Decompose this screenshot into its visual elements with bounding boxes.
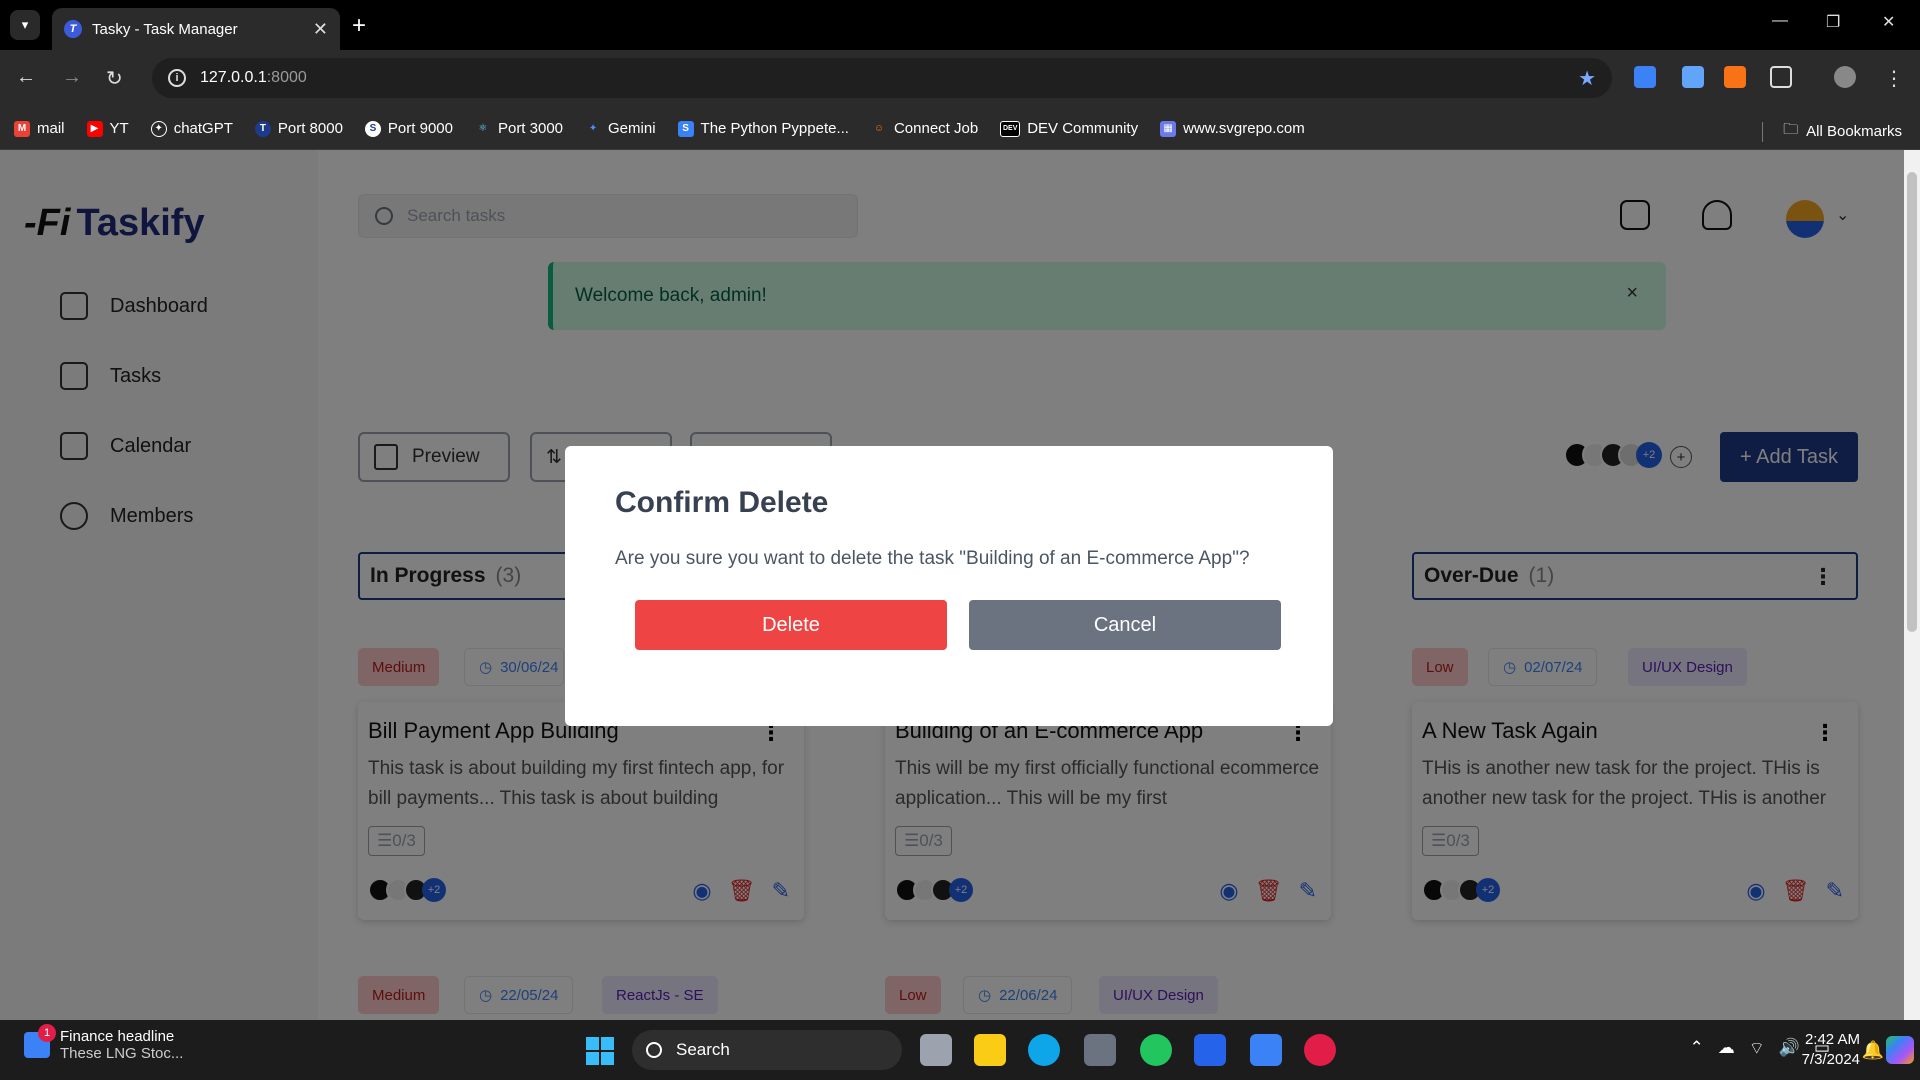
url-port: :8000 bbox=[266, 69, 307, 86]
bookmark-connect-job[interactable]: ☺ Connect Job bbox=[871, 120, 978, 137]
search-icon bbox=[646, 1042, 662, 1058]
clock[interactable]: 2:42 AM 7/3/2024 bbox=[1802, 1030, 1860, 1070]
vscode-icon[interactable] bbox=[1194, 1034, 1226, 1066]
clock-time: 2:42 AM bbox=[1804, 1031, 1860, 1048]
bookmark-label: Connect Job bbox=[893, 120, 979, 137]
dev-icon: DEV bbox=[1000, 120, 1021, 137]
bookmark-star-icon[interactable]: ★ bbox=[1578, 66, 1596, 91]
store-icon[interactable] bbox=[1084, 1034, 1116, 1066]
svgrepo-icon: ▦ bbox=[1160, 120, 1177, 137]
bookmark-label: The Python Pyppete... bbox=[700, 120, 849, 137]
taskbar-search[interactable]: Search bbox=[632, 1030, 902, 1070]
metamask-icon[interactable] bbox=[1724, 66, 1746, 88]
forward-icon[interactable]: → bbox=[62, 66, 82, 89]
bookmarks-divider bbox=[1762, 121, 1764, 142]
react-icon: ⚛ bbox=[478, 123, 488, 134]
notepad-icon[interactable] bbox=[1250, 1034, 1282, 1066]
bookmark-label: YT bbox=[109, 120, 129, 137]
extensions-puzzle-icon[interactable] bbox=[1770, 66, 1792, 88]
folder-icon: 🗀 bbox=[1783, 121, 1799, 138]
page-scrollbar[interactable] bbox=[1904, 150, 1920, 1020]
news-title: Finance headline bbox=[60, 1028, 175, 1045]
onedrive-icon[interactable]: ☁ bbox=[1718, 1038, 1735, 1059]
browser-tab[interactable]: T Tasky - Task Manager ✕ bbox=[52, 8, 340, 50]
extension-doc-icon[interactable] bbox=[1634, 66, 1656, 88]
youtube-icon: ▶ bbox=[86, 120, 103, 137]
tab-title: Tasky - Task Manager bbox=[92, 20, 238, 38]
bookmark-label: mail bbox=[37, 120, 65, 137]
volume-icon[interactable]: 🔊 bbox=[1779, 1038, 1800, 1059]
bookmark-label: chatGPT bbox=[173, 120, 233, 137]
file-explorer-icon[interactable] bbox=[974, 1034, 1006, 1066]
extension-translate-icon[interactable] bbox=[1682, 66, 1704, 88]
slack-icon[interactable] bbox=[1304, 1034, 1336, 1066]
reload-icon[interactable]: ↻ bbox=[106, 66, 123, 91]
bookmark-python-pyppeteer[interactable]: S The Python Pyppete... bbox=[677, 120, 849, 137]
dialog-buttons: Delete Cancel bbox=[615, 600, 1283, 650]
people-icon: ☺ bbox=[873, 123, 885, 134]
address-bar[interactable]: i 127.0.0.1:8000 ★ bbox=[152, 58, 1612, 98]
browser-toolbar: ← → ↻ i 127.0.0.1:8000 ★ ⋮ bbox=[0, 50, 1920, 108]
all-bookmarks[interactable]: 🗀 All Bookmarks bbox=[1762, 119, 1902, 144]
bookmark-gemini[interactable]: ✦ Gemini bbox=[585, 120, 656, 137]
tab-close-icon[interactable]: ✕ bbox=[313, 19, 328, 40]
chatgpt-icon: ✦ bbox=[150, 120, 167, 137]
news-subtitle: These LNG Stoc... bbox=[60, 1045, 184, 1062]
browser-menu-icon[interactable]: ⋮ bbox=[1884, 66, 1904, 91]
cancel-button[interactable]: Cancel bbox=[969, 600, 1281, 650]
chevron-up-icon[interactable]: ⌃ bbox=[1690, 1038, 1704, 1059]
bookmark-port-9000[interactable]: S Port 9000 bbox=[364, 120, 453, 137]
profile-avatar-icon[interactable] bbox=[1834, 66, 1856, 88]
tab-search-button[interactable]: ▾ bbox=[10, 10, 40, 40]
s-icon: S bbox=[364, 120, 381, 137]
taskbar-search-label: Search bbox=[676, 1040, 730, 1059]
tab-favicon-icon: T bbox=[64, 20, 82, 38]
wifi-icon[interactable]: ⌔ bbox=[1749, 1038, 1765, 1059]
notification-icon[interactable]: 🔔 bbox=[1862, 1040, 1884, 1061]
news-badge: 1 bbox=[38, 1024, 56, 1042]
confirm-delete-dialog: Confirm Delete Are you sure you want to … bbox=[565, 446, 1333, 726]
bookmark-label: DEV Community bbox=[1027, 120, 1139, 137]
bookmark-yt[interactable]: ▶ YT bbox=[86, 120, 129, 137]
new-tab-button[interactable]: + bbox=[352, 12, 366, 40]
bookmark-label: www.svgrepo.com bbox=[1183, 120, 1305, 137]
back-icon[interactable]: ← bbox=[16, 66, 36, 89]
bookmark-chatgpt[interactable]: ✦ chatGPT bbox=[150, 120, 233, 137]
bookmark-svgrepo[interactable]: ▦ www.svgrepo.com bbox=[1160, 120, 1305, 137]
task-view-icon[interactable] bbox=[920, 1034, 952, 1066]
delete-button[interactable]: Delete bbox=[635, 600, 947, 650]
bookmark-label: Gemini bbox=[608, 120, 656, 137]
tasky-icon: T bbox=[254, 120, 271, 137]
python-icon: S bbox=[677, 120, 694, 137]
url-host: 127.0.0.1 bbox=[200, 69, 267, 86]
gmail-icon: M bbox=[14, 120, 30, 137]
gemini-icon: ✦ bbox=[588, 123, 598, 134]
bookmark-dev-community[interactable]: DEV DEV Community bbox=[1000, 120, 1138, 137]
bookmark-mail[interactable]: Mmail bbox=[14, 120, 65, 137]
restore-icon[interactable]: ❐ bbox=[1826, 12, 1840, 32]
browser-titlebar: ▾ T Tasky - Task Manager ✕ + — ❐ ✕ bbox=[0, 0, 1920, 50]
dialog-message: Are you sure you want to delete the task… bbox=[615, 548, 1250, 569]
windows-taskbar: 1 Finance headline These LNG Stoc... Sea… bbox=[0, 1020, 1920, 1080]
site-info-icon[interactable]: i bbox=[168, 69, 186, 87]
window-close-icon[interactable]: ✕ bbox=[1882, 12, 1895, 32]
start-button-icon[interactable] bbox=[586, 1037, 614, 1065]
scrollbar-thumb[interactable] bbox=[1907, 172, 1917, 632]
clock-date: 7/3/2024 bbox=[1801, 1051, 1860, 1068]
all-bookmarks-label: All Bookmarks bbox=[1806, 123, 1902, 140]
copilot-icon[interactable] bbox=[1886, 1036, 1914, 1064]
bookmark-label: Port 8000 bbox=[277, 120, 343, 137]
news-widget[interactable]: 1 Finance headline These LNG Stoc... bbox=[24, 1024, 184, 1062]
bookmarks-bar: Mmail ▶ YT ✦ chatGPT T Port 8000 S Port 9000… bbox=[0, 108, 1920, 150]
bookmark-label: Port 9000 bbox=[387, 120, 453, 137]
bookmark-port-3000[interactable]: ⚛ Port 3000 bbox=[475, 120, 563, 137]
bookmark-port-8000[interactable]: T Port 8000 bbox=[254, 120, 343, 137]
edge-icon[interactable] bbox=[1028, 1034, 1060, 1066]
bookmark-label: Port 3000 bbox=[497, 120, 564, 137]
chrome-icon[interactable] bbox=[1140, 1034, 1172, 1066]
minimize-icon[interactable]: — bbox=[1772, 12, 1788, 30]
dialog-title: Confirm Delete bbox=[615, 486, 829, 519]
news-icon: 1 bbox=[24, 1024, 56, 1058]
